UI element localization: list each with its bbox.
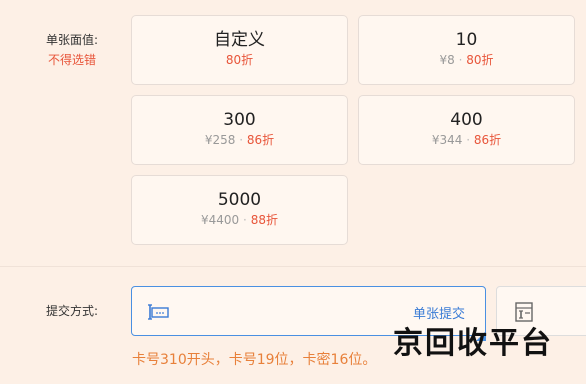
section-divider: [0, 266, 586, 267]
card-discount: 86折: [473, 133, 502, 147]
card-title: 自定义: [214, 30, 265, 50]
card-400[interactable]: 400 ¥344 · 86折: [358, 95, 575, 165]
card-price: ¥344: [431, 133, 463, 147]
card-price: ¥4400: [201, 213, 240, 227]
card-discount: 88折: [250, 213, 278, 227]
face-value-hint: 不得选错: [48, 53, 97, 67]
card-separator: ·: [239, 133, 244, 147]
watermark-text: 京回收平台: [393, 326, 553, 361]
card-discount: 80折: [466, 53, 494, 67]
card-separator: ·: [466, 133, 471, 147]
card-title: 10: [455, 30, 478, 50]
card-discount: 80折: [225, 53, 254, 67]
card-price: ¥258: [204, 133, 236, 147]
card-title: 5000: [217, 190, 262, 210]
submit-method-label: 提交方式:: [46, 304, 99, 318]
card-title: 400: [450, 110, 483, 130]
card-5000[interactable]: 5000 ¥4400 · 88折: [131, 175, 348, 245]
card-10[interactable]: 10 ¥8 · 80折: [358, 15, 575, 85]
face-value-label: 单张面值:: [46, 33, 99, 47]
card-price: ¥8: [439, 53, 455, 67]
card-300[interactable]: 300 ¥258 · 86折: [131, 95, 348, 165]
card-rule-text: 卡号310开头，卡号19位，卡密16位。: [132, 352, 377, 368]
card-title: 300: [223, 110, 256, 130]
card-custom[interactable]: 自定义 80折: [131, 15, 348, 85]
card-separator: ·: [458, 53, 463, 67]
card-discount: 86折: [246, 133, 275, 147]
card-separator: ·: [243, 213, 247, 227]
keyboard-icon: [148, 303, 170, 321]
